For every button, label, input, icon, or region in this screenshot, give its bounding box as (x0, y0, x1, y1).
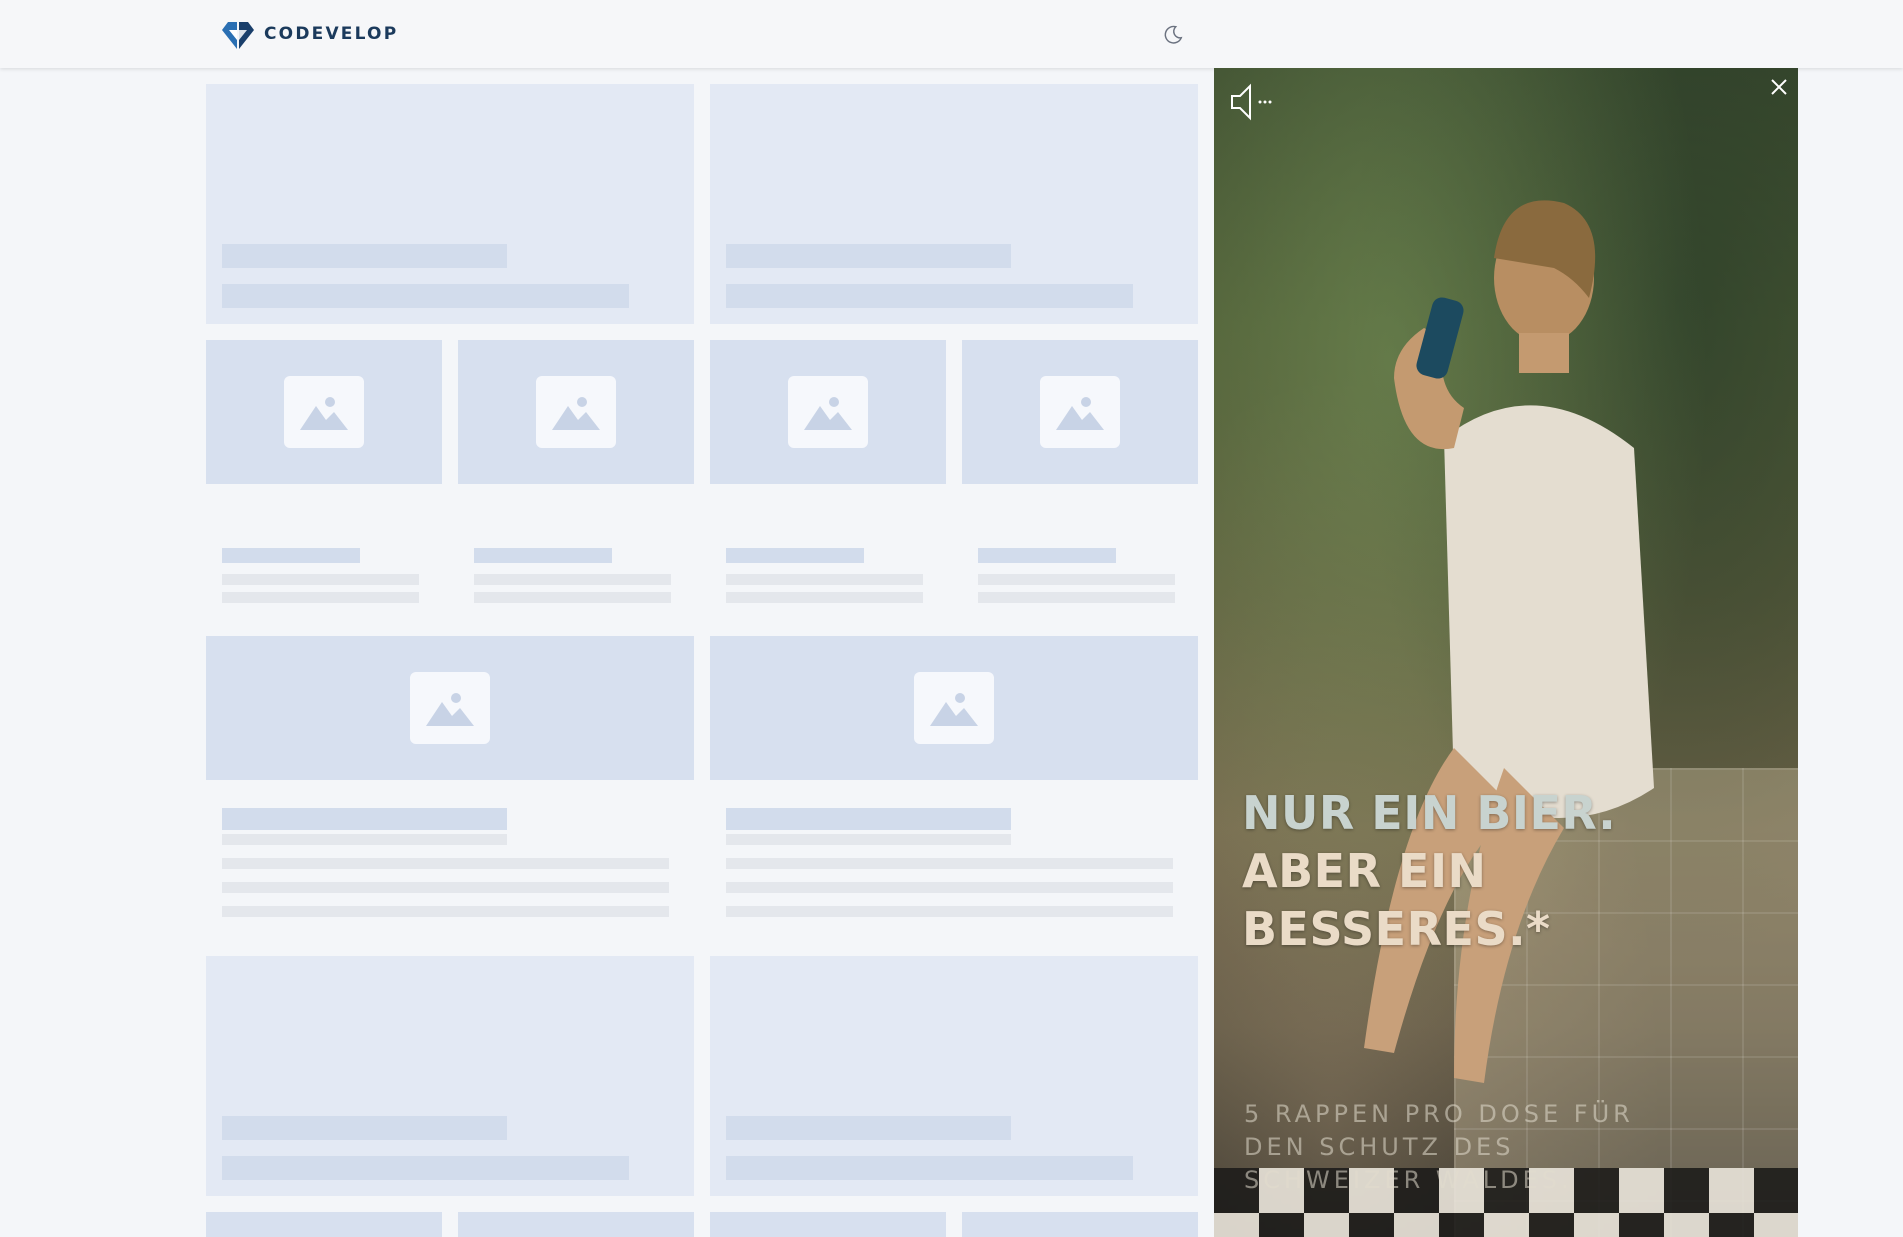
skeleton-text-line (978, 574, 1175, 585)
image-placeholder-icon (1040, 376, 1120, 448)
skeleton-hero-card (206, 84, 694, 324)
skeleton-title-bar (222, 808, 507, 830)
ad-headline-line2: ABER EIN BESSERES.* (1242, 844, 1551, 956)
close-icon[interactable] (1768, 76, 1790, 98)
skeleton-medium-card (206, 636, 694, 926)
skeleton-text-line (222, 858, 669, 869)
skeleton-text-line (726, 592, 923, 603)
skeleton-thumbnail (206, 636, 694, 780)
brand-logo[interactable]: CODEVELOP (220, 16, 398, 52)
brand-name: CODEVELOP (264, 24, 399, 44)
skeleton-text-line (726, 882, 1173, 893)
skeleton-text-line (726, 574, 923, 585)
skeleton-thumbnail (458, 1212, 694, 1237)
skeleton-text-line (222, 882, 669, 893)
image-placeholder-icon (914, 672, 994, 744)
skeleton-text-line (222, 834, 507, 845)
skeleton-text-line (222, 906, 669, 917)
skeleton-text-line (222, 592, 419, 603)
skeleton-thumbnail (710, 340, 946, 484)
ad-subtext: 5 RAPPEN PRO DOSE FÜR DEN SCHUTZ DES SCH… (1244, 1100, 1634, 1194)
skeleton-thumbnail (206, 340, 442, 484)
skeleton-hero-card (710, 84, 1198, 324)
skeleton-subtitle-bar (222, 284, 629, 308)
skeleton-text-line (222, 574, 419, 585)
skeleton-title-bar (726, 548, 864, 563)
skeleton-text-line (726, 858, 1173, 869)
skeleton-text-line (726, 906, 1173, 917)
video-ad-panel[interactable]: NUR EIN BIER. ABER EIN BESSERES.* 5 RAPP… (1214, 68, 1798, 1237)
skeleton-small-card (206, 340, 442, 620)
moon-icon[interactable] (1162, 24, 1184, 46)
skeleton-subtitle-bar (726, 1156, 1133, 1180)
image-placeholder-icon (536, 376, 616, 448)
skeleton-small-card (710, 340, 946, 620)
skeleton-title-bar (474, 548, 612, 563)
skeleton-thumbnail (458, 340, 694, 484)
codevelop-logo-icon (222, 22, 254, 49)
skeleton-thumbnail (962, 1212, 1198, 1237)
skeleton-title-bar (726, 1116, 1011, 1140)
skeleton-thumbnail (710, 636, 1198, 780)
top-navigation-bar: CODEVELOP (0, 0, 1903, 68)
skeleton-title-bar (726, 808, 1011, 830)
skeleton-text-line (474, 574, 671, 585)
skeleton-text-line (474, 592, 671, 603)
skeleton-subtitle-bar (726, 284, 1133, 308)
speaker-muted-icon[interactable] (1228, 82, 1274, 122)
image-placeholder-icon (284, 376, 364, 448)
skeleton-small-card (962, 340, 1198, 620)
skeleton-title-bar (222, 548, 360, 563)
skeleton-hero-card (206, 956, 694, 1196)
image-placeholder-icon (410, 672, 490, 744)
skeleton-thumbnail (710, 1212, 946, 1237)
skeleton-medium-card (710, 636, 1198, 926)
skeleton-thumbnail (962, 340, 1198, 484)
image-placeholder-icon (788, 376, 868, 448)
ad-headline: NUR EIN BIER. ABER EIN BESSERES.* (1242, 784, 1798, 958)
skeleton-small-card (458, 340, 694, 620)
skeleton-text-line (978, 592, 1175, 603)
skeleton-title-bar (222, 244, 507, 268)
skeleton-title-bar (726, 244, 1011, 268)
skeleton-text-line (726, 834, 1011, 845)
ad-person-figure (1364, 200, 1654, 1083)
ad-headline-line1: NUR EIN BIER. (1242, 786, 1617, 840)
skeleton-title-bar (978, 548, 1116, 563)
skeleton-title-bar (222, 1116, 507, 1140)
skeleton-thumbnail (206, 1212, 442, 1237)
skeleton-subtitle-bar (222, 1156, 629, 1180)
skeleton-hero-card (710, 956, 1198, 1196)
